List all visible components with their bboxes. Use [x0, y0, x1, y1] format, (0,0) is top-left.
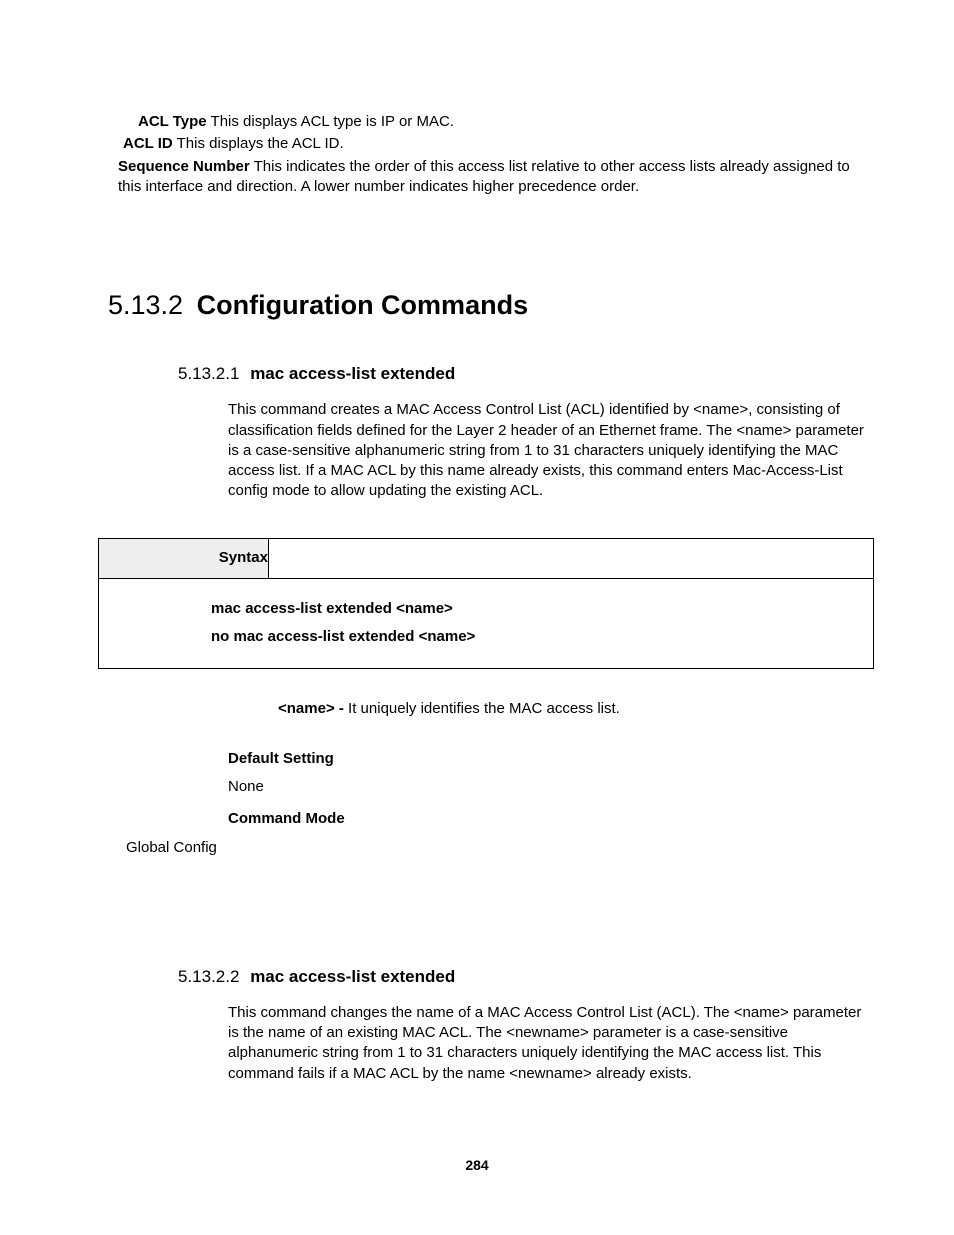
section-heading: 5.13.2 Configuration Commands	[108, 287, 874, 323]
command-mode-value: Global Config	[126, 838, 874, 858]
parameter-block: <name> - It uniquely identifies the MAC …	[278, 699, 874, 719]
subsection-heading-1: 5.13.2.1 mac access-list extended	[178, 363, 874, 386]
default-setting-value: None	[228, 777, 874, 797]
subsection-number: 5.13.2.1	[178, 364, 239, 383]
subsection-heading-2: 5.13.2.2 mac access-list extended	[178, 966, 874, 989]
document-page: ACL Type This displays ACL type is IP or…	[0, 0, 954, 1235]
section-title: Configuration Commands	[197, 290, 529, 320]
description-paragraph: This command creates a MAC Access Contro…	[228, 400, 864, 501]
def-text: This displays the ACL ID.	[177, 135, 344, 152]
def-label: ACL Type	[138, 113, 207, 130]
subsection-number: 5.13.2.2	[178, 967, 239, 986]
section-number: 5.13.2	[108, 290, 183, 320]
syntax-table: Syntax mac access-list extended <name> n…	[98, 538, 874, 669]
syntax-spacer	[269, 538, 874, 578]
param-name: <name> -	[278, 700, 348, 717]
def-acl-id: ACL ID This displays the ACL ID.	[108, 134, 874, 154]
def-acl-type: ACL Type This displays ACL type is IP or…	[108, 112, 874, 132]
def-sequence-number: Sequence Number This indicates the order…	[108, 157, 874, 198]
syntax-line: no mac access-list extended <name>	[211, 623, 865, 652]
def-text: This displays ACL type is IP or MAC.	[211, 113, 454, 130]
default-setting-label: Default Setting	[228, 749, 874, 769]
definitions-block: ACL Type This displays ACL type is IP or…	[98, 112, 874, 197]
def-label: Sequence Number	[118, 158, 250, 175]
def-label: ACL ID	[123, 135, 173, 152]
description-paragraph: This command changes the name of a MAC A…	[228, 1003, 864, 1084]
page-number: 284	[0, 1156, 954, 1175]
syntax-line: mac access-list extended <name>	[211, 595, 865, 624]
subsection-2-body: This command changes the name of a MAC A…	[228, 1003, 864, 1084]
subsection-title: mac access-list extended	[250, 364, 455, 383]
subsection-title: mac access-list extended	[250, 967, 455, 986]
param-text: It uniquely identifies the MAC access li…	[348, 700, 620, 717]
syntax-body-cell: mac access-list extended <name> no mac a…	[99, 578, 874, 668]
command-mode-label: Command Mode	[228, 809, 874, 829]
syntax-label: Syntax	[99, 538, 269, 578]
subsection-1-body: This command creates a MAC Access Contro…	[228, 400, 864, 501]
